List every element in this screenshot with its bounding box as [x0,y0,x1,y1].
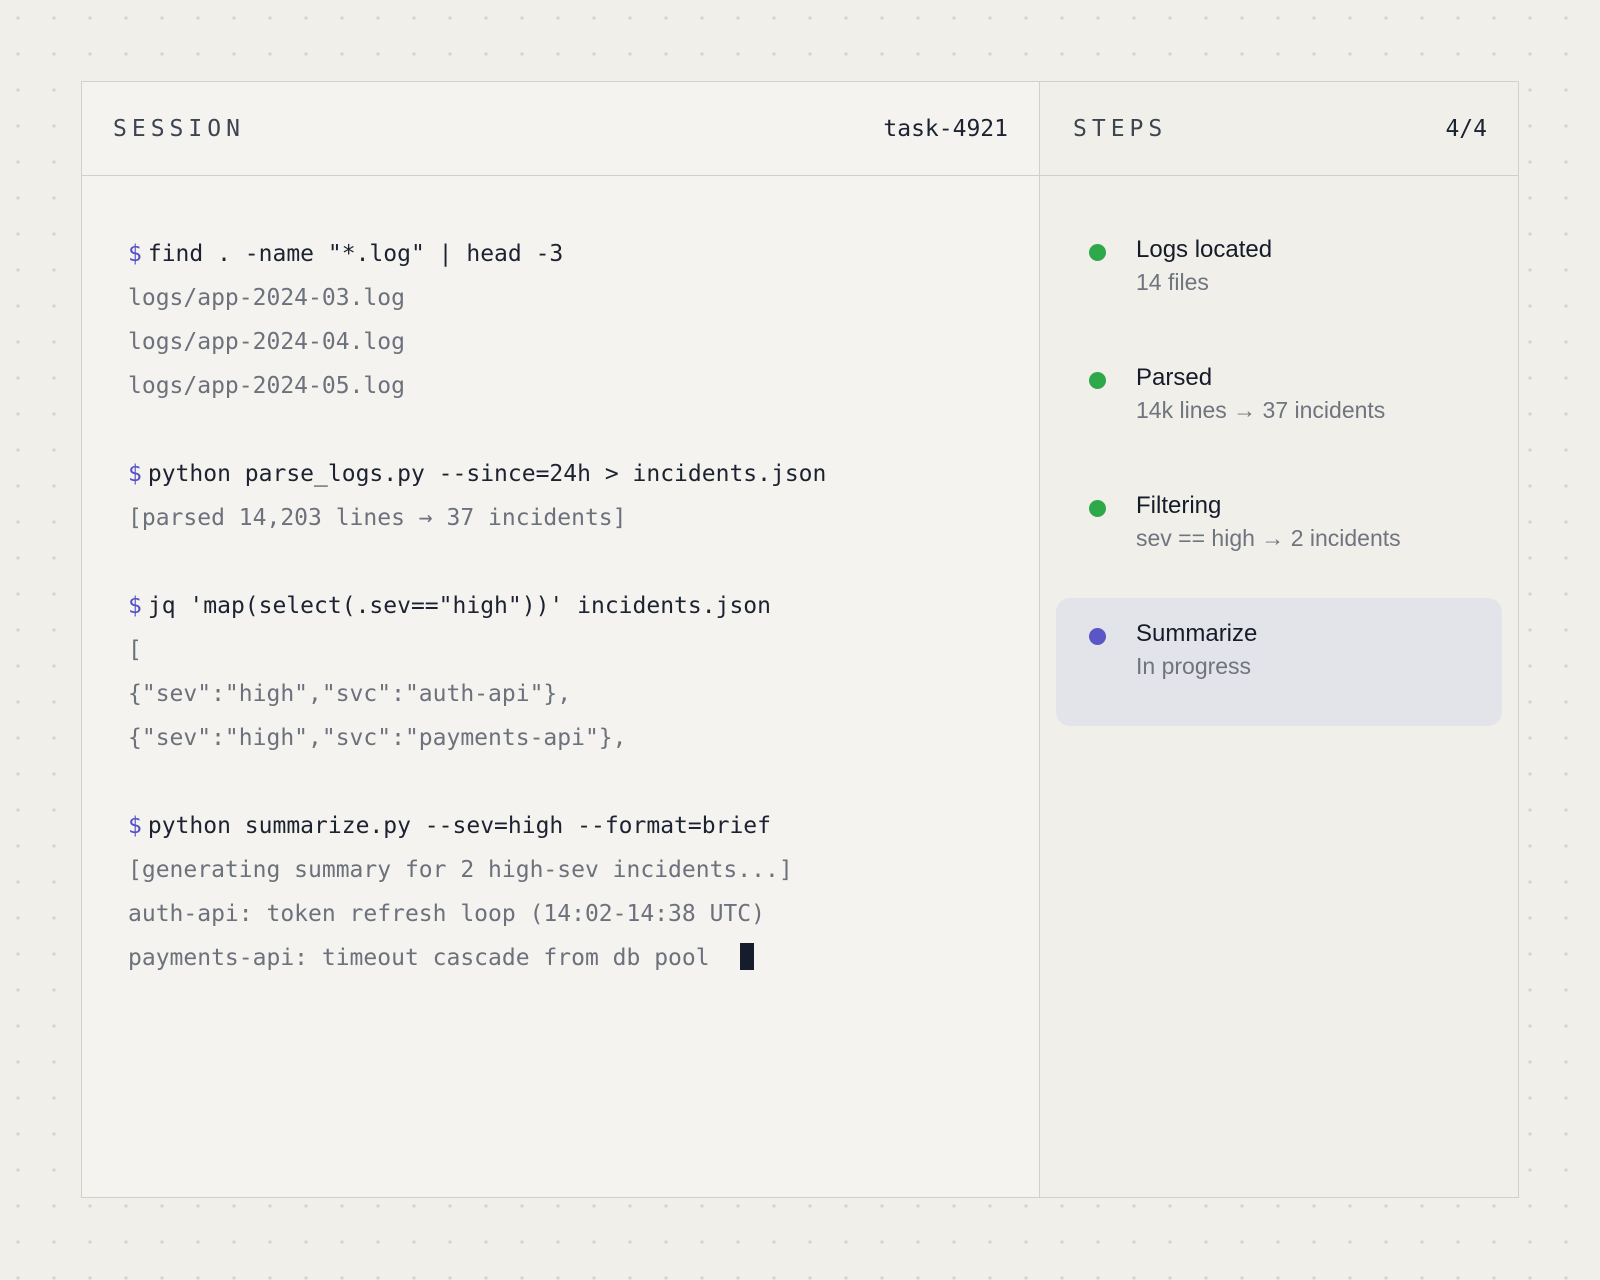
terminal-output[interactable]: $ find . -name "*.log" | head -3 logs/app-… [82,176,1039,980]
command-text: jq 'map(select(.sev=="high"))' incidents… [147,593,771,619]
output-text: logs/app-2024-05.log [128,373,405,399]
prompt-symbol: $ [128,593,142,619]
terminal-cursor [739,943,754,970]
step-detail: sev == high → 2 incidents [1136,525,1401,551]
command-text: find . -name "*.log" | head -3 [147,241,564,267]
output-text: [ [128,637,142,663]
output-text: [parsed 14,203 lines → 37 incidents] [128,505,627,531]
step-title: Logs located [1136,236,1273,263]
status-dot-icon [1089,244,1106,261]
output-line: logs/app-2024-03.log [128,276,1039,320]
step-item: Filtering sev == high → 2 incidents [1056,470,1502,598]
output-text: payments-api: timeout cascade from db po… [128,945,710,971]
command-line: $ python parse_logs.py --since=24h > inci… [128,452,1039,496]
status-dot-icon [1089,372,1106,389]
status-dot-icon [1089,500,1106,517]
step-item: Logs located 14 files [1056,214,1502,342]
command-line: $ python summarize.py --sev=high --format… [128,804,1039,848]
steps-title: STEPS [1073,115,1168,142]
prompt-symbol: $ [128,461,142,487]
output-line: auth-api: token refresh loop (14:02-14:3… [128,892,1039,936]
terminal-gap [128,408,1039,452]
output-text: auth-api: token refresh loop (14:02-14:3… [128,901,765,927]
output-line: [ [128,628,1039,672]
output-line: [generating summary for 2 high-sev incid… [128,848,1039,892]
steps-list: Logs located 14 files Parsed 14k lines → 37… [1040,176,1518,726]
session-panel: SESSION task-4921 $ find . -name "*.log" … [82,82,1040,1197]
command-line: $ jq 'map(select(.sev=="high"))' incident… [128,584,1039,628]
prompt-symbol: $ [128,813,142,839]
output-line: {"sev":"high","svc":"payments-api"}, [128,716,1039,760]
step-title: Parsed [1136,364,1213,391]
command-text: python summarize.py --sev=high --format=… [147,813,771,839]
output-text: {"sev":"high","svc":"auth-api"}, [128,681,572,707]
step-item: Summarize In progress [1056,598,1502,726]
task-id: task-4921 [883,115,1008,142]
step-title: Filtering [1136,492,1222,519]
output-line: logs/app-2024-05.log [128,364,1039,408]
status-dot-icon [1089,628,1106,645]
command-line: $ find . -name "*.log" | head -3 [128,232,1039,276]
output-line: [parsed 14,203 lines → 37 incidents] [128,496,1039,540]
output-text: logs/app-2024-03.log [128,285,405,311]
step-item: Parsed 14k lines → 37 incidents [1056,342,1502,470]
step-detail: In progress [1136,653,1252,679]
command-text: python parse_logs.py --since=24h > incid… [147,461,827,487]
steps-panel: STEPS 4/4 Logs located 14 files Parsed 14k … [1040,82,1518,1197]
step-title: Summarize [1136,620,1258,647]
output-text: logs/app-2024-04.log [128,329,405,355]
session-title: SESSION [113,115,245,142]
step-detail: 14k lines → 37 incidents [1136,397,1386,423]
terminal-gap [128,760,1039,804]
steps-count: 4/4 [1445,115,1487,142]
output-line: logs/app-2024-04.log [128,320,1039,364]
output-line: payments-api: timeout cascade from db po… [128,936,1039,980]
steps-header: STEPS 4/4 [1040,82,1518,176]
output-text: {"sev":"high","svc":"payments-api"}, [128,725,627,751]
terminal-gap [128,540,1039,584]
output-text: [generating summary for 2 high-sev incid… [128,857,793,883]
output-line: {"sev":"high","svc":"auth-api"}, [128,672,1039,716]
step-detail: 14 files [1136,269,1209,295]
prompt-symbol: $ [128,241,142,267]
app-frame: SESSION task-4921 $ find . -name "*.log" … [81,81,1519,1198]
session-header: SESSION task-4921 [82,82,1039,176]
